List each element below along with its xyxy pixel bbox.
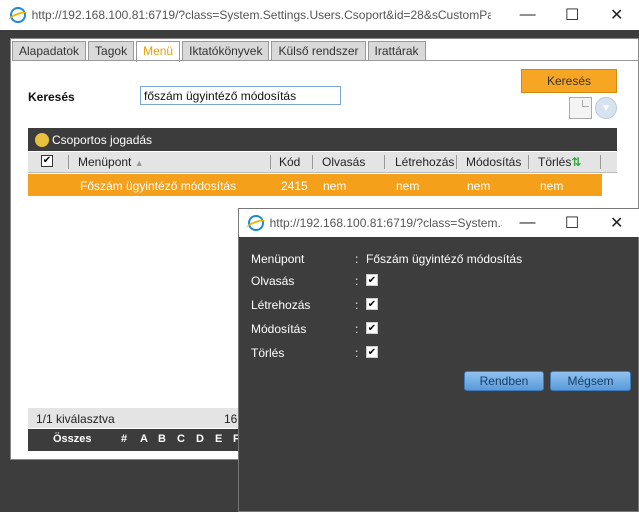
column-torles[interactable]: Törlés⇅	[538, 155, 581, 169]
separator-colon: :	[355, 274, 359, 288]
cell-letrehozas: nem	[396, 179, 420, 193]
column-separator	[528, 155, 529, 169]
column-menupont[interactable]: Menüpont ▲	[78, 155, 144, 169]
column-separator	[68, 155, 69, 169]
group-permissions-icon	[35, 132, 49, 147]
dialog-url: http://192.168.100.81:6719/?class=System…	[269, 216, 503, 230]
grid-title: Csoportos jogadás	[52, 132, 153, 147]
cell-olvasas: nem	[323, 179, 347, 193]
dialog-minimize-icon[interactable]: —	[505, 208, 550, 238]
filter-d[interactable]: D	[196, 433, 204, 445]
filter-a[interactable]: A	[140, 433, 148, 445]
column-kod[interactable]: Kód	[279, 155, 300, 169]
table-row[interactable]: Főszám ügyintéző módosítás 2415 nem nem …	[28, 174, 602, 196]
search-label: Keresés	[28, 90, 75, 104]
tab-irattarak[interactable]: Irattárak	[367, 41, 426, 61]
ok-button[interactable]: Rendben	[464, 371, 544, 391]
label-menupont: Menüpont	[251, 252, 305, 266]
label-torles: Törlés	[251, 346, 285, 360]
label-modositas: Módosítás	[251, 322, 307, 336]
filter-b[interactable]: B	[158, 433, 166, 445]
cell-modositas: nem	[467, 179, 491, 193]
search-button[interactable]: Keresés	[521, 69, 617, 93]
value-menupont: Főszám ügyintéző módosítás	[366, 252, 523, 266]
tab-bar: Alapadatok Tagok Menü Iktatókönyvek Küls…	[12, 41, 428, 62]
minimize-icon[interactable]: —	[505, 0, 550, 30]
ie-browser-icon	[10, 7, 26, 23]
selection-status: 1/1 kiválasztva	[36, 412, 115, 426]
filter-e[interactable]: E	[215, 433, 222, 445]
cell-menupont: Főszám ügyintéző módosítás	[80, 179, 237, 193]
tab-tagok[interactable]: Tagok	[88, 41, 135, 61]
tab-alapadatok[interactable]: Alapadatok	[12, 41, 87, 61]
tab-kulso-rendszer[interactable]: Külső rendszer	[271, 41, 366, 61]
torles-checkbox[interactable]: ✔	[366, 346, 378, 358]
filter-all[interactable]: Összes	[53, 433, 92, 445]
column-letrehozas[interactable]: Létrehozás	[395, 155, 454, 169]
label-letrehozas: Létrehozás	[251, 298, 311, 312]
column-modositas[interactable]: Módosítás	[466, 155, 521, 169]
column-separator	[384, 155, 385, 169]
column-olvasas[interactable]: Olvasás	[322, 155, 365, 169]
close-icon[interactable]: ✕	[594, 0, 639, 30]
main-title-bar: http://192.168.100.81:6719/?class=System…	[0, 0, 639, 30]
chevron-down-icon[interactable]: ▼	[595, 97, 617, 119]
dialog-close-icon[interactable]: ✕	[594, 208, 639, 238]
main-url: http://192.168.100.81:6719/?class=System…	[31, 8, 492, 22]
tab-iktatokonyvek[interactable]: Iktatókönyvek	[182, 41, 270, 61]
cell-kod: 2415	[281, 179, 308, 193]
cell-torles: nem	[540, 179, 564, 193]
column-separator	[270, 155, 271, 169]
label-olvasas: Olvasás	[251, 274, 295, 288]
modositas-checkbox[interactable]: ✔	[366, 322, 378, 334]
letrehozas-checkbox[interactable]: ✔	[366, 298, 378, 310]
new-document-icon[interactable]	[569, 97, 592, 119]
grid-header: Csoportos jogadás	[28, 128, 617, 151]
maximize-icon[interactable]: ☐	[550, 0, 595, 30]
search-input[interactable]	[140, 86, 341, 105]
column-separator	[456, 155, 457, 169]
separator-colon: :	[355, 346, 359, 360]
sort-asc-icon: ▲	[134, 158, 144, 168]
separator-colon: :	[355, 252, 359, 266]
ie-browser-icon	[248, 215, 264, 231]
separator-colon: :	[355, 298, 359, 312]
cancel-button[interactable]: Mégsem	[550, 371, 631, 391]
dialog-maximize-icon[interactable]: ☐	[550, 208, 595, 238]
record-count: 16	[224, 412, 238, 426]
dialog-title-bar: http://192.168.100.81:6719/?class=System…	[239, 209, 639, 237]
separator-colon: :	[355, 322, 359, 336]
tab-menu[interactable]: Menü	[136, 41, 181, 62]
filter-hash[interactable]: #	[121, 433, 127, 445]
olvasas-checkbox[interactable]: ✔	[366, 274, 378, 286]
column-separator	[312, 155, 313, 169]
refresh-icon[interactable]: ⇅	[571, 155, 581, 169]
tab-divider	[12, 60, 639, 61]
select-all-checkbox[interactable]: ✔	[41, 155, 53, 167]
column-separator	[600, 155, 601, 169]
grid-column-headers: ✔ Menüpont ▲ Kód Olvasás Létrehozás Módo…	[28, 152, 617, 173]
filter-c[interactable]: C	[177, 433, 185, 445]
